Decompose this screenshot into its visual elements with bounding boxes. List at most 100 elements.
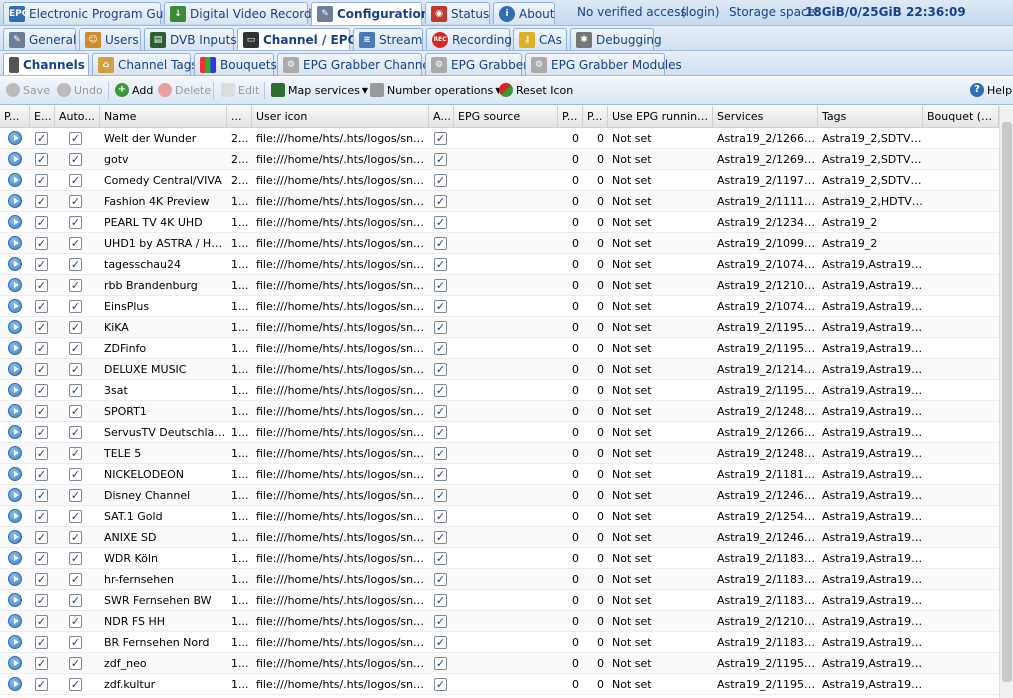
auto-icon-checkbox[interactable]: ✓ xyxy=(434,447,447,460)
auto-icon-checkbox[interactable]: ✓ xyxy=(434,132,447,145)
name-col-header[interactable]: Name xyxy=(100,106,227,128)
auto-name-checkbox[interactable]: ✓ xyxy=(69,174,82,187)
enabled-checkbox[interactable]: ✓ xyxy=(35,678,48,691)
auto-name-checkbox[interactable]: ✓ xyxy=(69,573,82,586)
play-icon[interactable] xyxy=(8,530,22,544)
auto-name-checkbox[interactable]: ✓ xyxy=(69,615,82,628)
auto-name-checkbox[interactable]: ✓ xyxy=(69,405,82,418)
enabled-checkbox[interactable]: ✓ xyxy=(35,174,48,187)
auto-icon-checkbox[interactable]: ✓ xyxy=(434,258,447,271)
table-row[interactable]: ✓ ✓ ✓ KiKA 1... file:///home/hts/.hts/logos/s… xyxy=(0,317,999,338)
play-icon[interactable] xyxy=(8,215,22,229)
user-icon-col-header[interactable]: User icon xyxy=(252,106,429,128)
auto-icon-checkbox[interactable]: ✓ xyxy=(434,573,447,586)
play-icon[interactable] xyxy=(8,404,22,418)
tab-channel-epg[interactable]: ▭ Channel / EPG xyxy=(237,28,357,50)
tab-debugging[interactable]: ✱ Debugging xyxy=(570,28,662,50)
auto-name-checkbox[interactable]: ✓ xyxy=(69,216,82,229)
epg-running-col-header[interactable]: Use EPG running... xyxy=(608,106,713,128)
auto-name-checkbox[interactable]: ✓ xyxy=(69,657,82,670)
enabled-checkbox[interactable]: ✓ xyxy=(35,279,48,292)
auto-name-checkbox[interactable]: ✓ xyxy=(69,489,82,502)
tab-channel-tags[interactable]: ⌂ Channel Tags xyxy=(92,53,198,75)
play-icon[interactable] xyxy=(8,425,22,439)
enabled-checkbox[interactable]: ✓ xyxy=(35,237,48,250)
auto-icon-checkbox[interactable]: ✓ xyxy=(434,489,447,502)
enabled-checkbox[interactable]: ✓ xyxy=(35,552,48,565)
table-row[interactable]: ✓ ✓ ✓ NICKELODEON 1... file:///home/hts/.hts/… xyxy=(0,464,999,485)
tab-bouquets[interactable]: Bouquets xyxy=(194,53,277,75)
tab-epg-grabber-modules[interactable]: ⚙ EPG Grabber Modules xyxy=(525,53,682,75)
table-row[interactable]: ✓ ✓ ✓ EinsPlus 1... file:///home/hts/.hts/log… xyxy=(0,296,999,317)
auto-icon-checkbox[interactable]: ✓ xyxy=(434,363,447,376)
vertical-scrollbar[interactable] xyxy=(999,106,1013,698)
auto-name-checkbox[interactable]: ✓ xyxy=(69,468,82,481)
auto-name-checkbox[interactable]: ✓ xyxy=(69,258,82,271)
table-row[interactable]: ✓ ✓ ✓ tagesschau24 1... file:///home/hts/.hts… xyxy=(0,254,999,275)
auto-name-checkbox[interactable]: ✓ xyxy=(69,195,82,208)
tab-epg-grabber[interactable]: ⚙ EPG Grabber xyxy=(425,53,528,75)
auto-name-checkbox[interactable]: ✓ xyxy=(69,237,82,250)
play-icon[interactable] xyxy=(8,194,22,208)
tab-channels[interactable]: Channels xyxy=(3,53,89,75)
table-row[interactable]: ✓ ✓ ✓ PEARL TV 4K UHD 1... file:///home/hts/.… xyxy=(0,212,999,233)
table-row[interactable]: ✓ ✓ ✓ zdf_neo 1... file:///home/hts/.hts/logo… xyxy=(0,653,999,674)
play-icon[interactable] xyxy=(8,131,22,145)
auto-icon-checkbox[interactable]: ✓ xyxy=(434,195,447,208)
auto-col-header[interactable]: Auto... xyxy=(55,106,100,128)
play-icon[interactable] xyxy=(8,362,22,376)
table-row[interactable]: ✓ ✓ ✓ BR Fernsehen Nord 1... file:///home/hts… xyxy=(0,632,999,653)
auto-icon-checkbox[interactable]: ✓ xyxy=(434,342,447,355)
enabled-checkbox[interactable]: ✓ xyxy=(35,132,48,145)
auto-icon-checkbox[interactable]: ✓ xyxy=(434,321,447,334)
tab-configuration[interactable]: ✎ Configuration xyxy=(311,2,429,25)
enabled-checkbox[interactable]: ✓ xyxy=(35,657,48,670)
enabled-checkbox[interactable]: ✓ xyxy=(35,489,48,502)
auto-icon-checkbox[interactable]: ✓ xyxy=(434,426,447,439)
play-icon[interactable] xyxy=(8,656,22,670)
auto-name-checkbox[interactable]: ✓ xyxy=(69,678,82,691)
save-button[interactable]: Save xyxy=(6,83,50,97)
enabled-col-header[interactable]: E... xyxy=(30,106,55,128)
play-icon[interactable] xyxy=(8,593,22,607)
tab-epg[interactable]: EPG Electronic Program Guide xyxy=(3,2,182,24)
enabled-checkbox[interactable]: ✓ xyxy=(35,531,48,544)
scrollbar-thumb[interactable] xyxy=(1002,122,1012,682)
enabled-checkbox[interactable]: ✓ xyxy=(35,363,48,376)
p1-col-header[interactable]: P... xyxy=(558,106,583,128)
enabled-checkbox[interactable]: ✓ xyxy=(35,510,48,523)
auto-icon-checkbox[interactable]: ✓ xyxy=(434,468,447,481)
enabled-checkbox[interactable]: ✓ xyxy=(35,195,48,208)
tab-users[interactable]: ☺ Users xyxy=(79,28,141,50)
play-icon[interactable] xyxy=(8,152,22,166)
number-operations-button[interactable]: Number operations ▼ xyxy=(370,83,501,97)
table-row[interactable]: ✓ ✓ ✓ Disney Channel 1... file:///home/hts/.h… xyxy=(0,485,999,506)
auto-icon-checkbox[interactable]: ✓ xyxy=(434,594,447,607)
table-row[interactable]: ✓ ✓ ✓ hr-fernsehen 1... file:///home/hts/.hts… xyxy=(0,569,999,590)
auto-name-checkbox[interactable]: ✓ xyxy=(69,426,82,439)
auto-icon-checkbox[interactable]: ✓ xyxy=(434,552,447,565)
auto-icon-checkbox[interactable]: ✓ xyxy=(434,678,447,691)
tab-dvr[interactable]: ↓ Digital Video Recorder xyxy=(164,2,324,24)
auto-icon-checkbox[interactable]: ✓ xyxy=(434,237,447,250)
enabled-checkbox[interactable]: ✓ xyxy=(35,216,48,229)
auto-name-checkbox[interactable]: ✓ xyxy=(69,510,82,523)
play-icon[interactable] xyxy=(8,551,22,565)
enabled-checkbox[interactable]: ✓ xyxy=(35,300,48,313)
undo-button[interactable]: Undo xyxy=(57,83,103,97)
tab-stream[interactable]: ≋ Stream xyxy=(353,28,423,50)
play-icon[interactable] xyxy=(8,677,22,691)
tab-general[interactable]: ✎ General xyxy=(3,28,76,50)
table-row[interactable]: ✓ ✓ ✓ Comedy Central/VIVA 2... file:///home/h… xyxy=(0,170,999,191)
reset-icon-button[interactable]: Reset Icon xyxy=(499,83,573,97)
play-icon[interactable] xyxy=(8,488,22,502)
help-button[interactable]: ? Help xyxy=(970,83,1012,97)
p2-col-header[interactable]: P... xyxy=(583,106,608,128)
auto-name-checkbox[interactable]: ✓ xyxy=(69,552,82,565)
auto-name-checkbox[interactable]: ✓ xyxy=(69,531,82,544)
auto-icon-checkbox[interactable]: ✓ xyxy=(434,174,447,187)
number-col-header[interactable]: ... xyxy=(227,106,252,128)
play-icon[interactable] xyxy=(8,446,22,460)
auto-icon-checkbox[interactable]: ✓ xyxy=(434,657,447,670)
table-row[interactable]: ✓ ✓ ✓ SPORT1 1... file:///home/hts/.hts/logos… xyxy=(0,401,999,422)
